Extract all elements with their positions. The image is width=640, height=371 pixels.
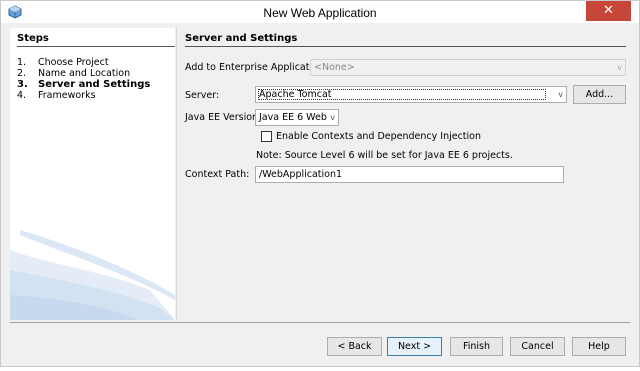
chevron-down-icon: v: [617, 63, 622, 72]
javaee-version-combo[interactable]: Java EE 6 Web v: [255, 109, 339, 126]
context-path-field[interactable]: /WebApplication1: [255, 166, 564, 183]
server-settings-panel: Server and Settings Add to Enterprise Ap…: [177, 28, 639, 320]
step-item: 4. Frameworks: [17, 90, 96, 101]
step-item-current: 3. Server and Settings: [17, 79, 151, 90]
javaee-version-value: Java EE 6 Web: [259, 112, 327, 123]
step-item: 1. Choose Project: [17, 57, 109, 68]
server-combo[interactable]: Apache Tomcat v: [255, 86, 567, 103]
chevron-down-icon: v: [330, 113, 335, 122]
javaee-version-label: Java EE Version:: [185, 112, 262, 123]
finish-button[interactable]: Finish: [450, 337, 503, 356]
steps-heading: Steps: [17, 33, 49, 44]
back-button[interactable]: < Back: [327, 337, 382, 356]
new-web-application-dialog: New Web Application ✕ Steps 1. Choose Pr…: [0, 0, 640, 367]
section-heading: Server and Settings: [185, 33, 298, 44]
step-label: Choose Project: [38, 57, 109, 68]
step-label: Name and Location: [38, 68, 131, 79]
server-label: Server:: [185, 90, 220, 101]
source-level-note: Note: Source Level 6 will be set for Jav…: [256, 150, 513, 161]
steps-divider: [17, 46, 175, 47]
help-button[interactable]: Help: [572, 337, 626, 356]
chevron-down-icon: v: [558, 90, 563, 99]
cancel-button[interactable]: Cancel: [510, 337, 565, 356]
title-bar[interactable]: New Web Application ✕: [1, 1, 639, 23]
bottom-strip: [0, 367, 640, 371]
cdi-checkbox[interactable]: [261, 131, 272, 142]
decorative-swoosh: [10, 230, 175, 320]
step-label: Server and Settings: [38, 79, 151, 90]
section-divider: [185, 46, 626, 47]
close-button[interactable]: ✕: [586, 1, 631, 21]
steps-list: 1. Choose Project 2. Name and Location 3…: [17, 57, 150, 101]
enterprise-app-combo: <None> v: [310, 59, 626, 76]
steps-panel: Steps 1. Choose Project 2. Name and Loca…: [10, 28, 175, 320]
add-server-button[interactable]: Add...: [573, 85, 626, 104]
window-title: New Web Application: [263, 6, 377, 20]
context-path-label: Context Path:: [185, 169, 250, 180]
step-item: 2. Name and Location: [17, 68, 131, 79]
enterprise-app-label: Add to Enterprise Application:: [185, 62, 328, 73]
enterprise-app-value: <None>: [314, 62, 355, 73]
step-label: Frameworks: [38, 90, 96, 101]
button-bar-divider: [10, 322, 630, 323]
server-value: Apache Tomcat: [259, 89, 332, 100]
next-button[interactable]: Next >: [387, 337, 442, 356]
cdi-label[interactable]: Enable Contexts and Dependency Injection: [276, 131, 481, 142]
